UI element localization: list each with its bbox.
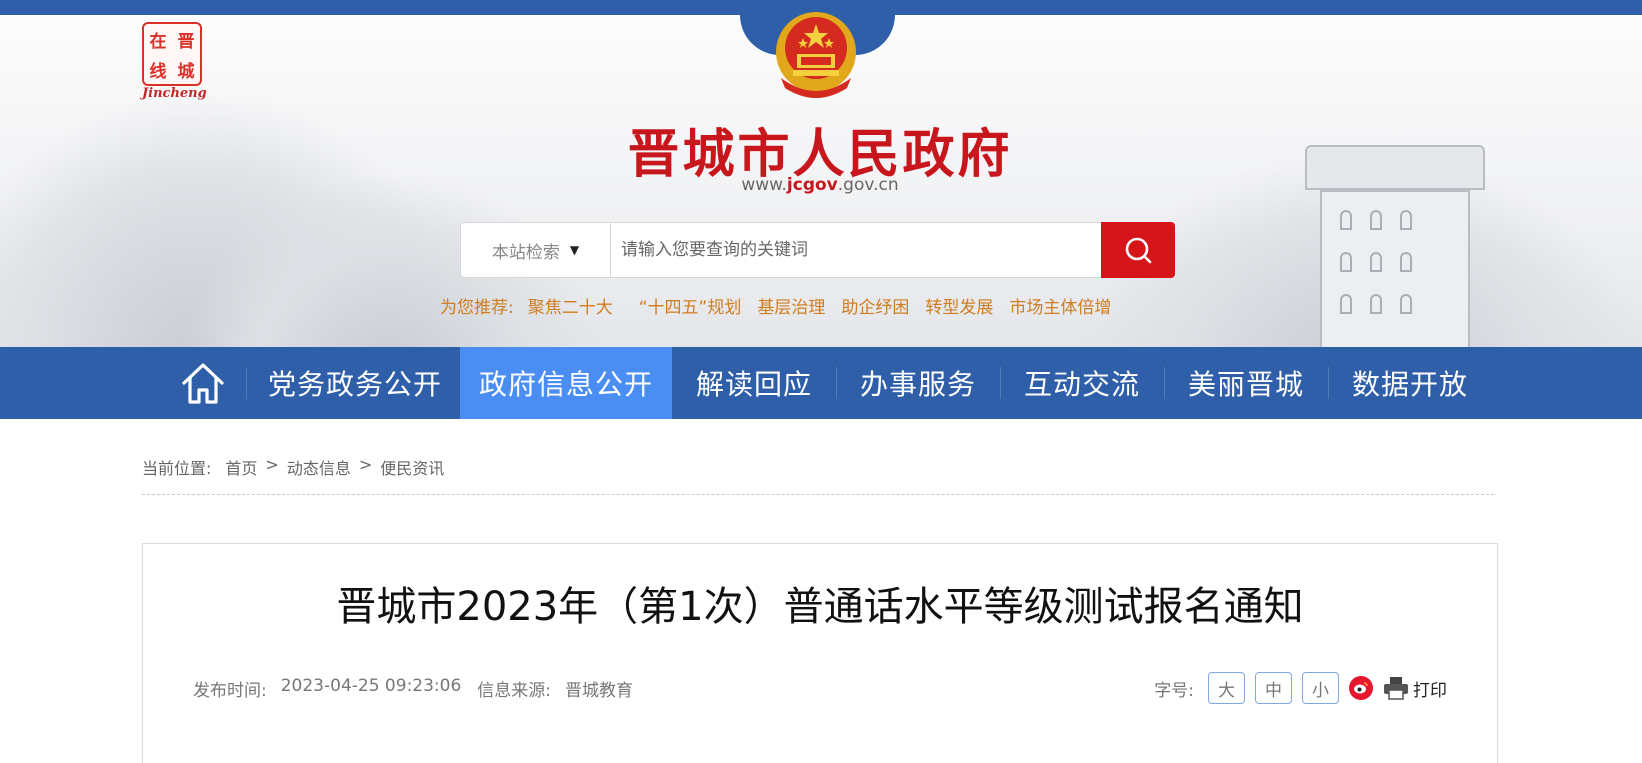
recommend-link[interactable]: 基层治理 xyxy=(757,293,825,318)
main-nav: 党务政务公开 政府信息公开 解读回应 办事服务 互动交流 美丽晋城 数据开放 xyxy=(0,347,1642,419)
tower-illustration xyxy=(1300,125,1500,347)
article-tools: 字号: 大 中 小 打印 xyxy=(1154,672,1447,704)
home-icon xyxy=(182,363,224,404)
search-icon xyxy=(1125,237,1152,264)
logo-english-text: Jincheng xyxy=(142,86,207,101)
article-title: 晋城市2023年（第1次）普通话水平等级测试报名通知 xyxy=(336,584,1304,630)
article-panel: 晋城市2023年（第1次）普通话水平等级测试报名通知 发布时间: 2023-04… xyxy=(142,543,1498,763)
nav-item-active[interactable]: 政府信息公开 xyxy=(460,347,672,419)
logo-char: 晋 xyxy=(177,31,195,52)
nav-item[interactable]: 互动交流 xyxy=(1000,347,1164,419)
search-input[interactable] xyxy=(621,231,1041,269)
breadcrumb-divider xyxy=(142,494,1494,495)
font-size-label: 字号: xyxy=(1154,680,1194,701)
weibo-icon xyxy=(1354,682,1368,694)
font-size-small-button[interactable]: 小 xyxy=(1302,672,1339,704)
logo-char: 在 xyxy=(149,31,167,52)
logo-char: 线 xyxy=(149,61,167,82)
recommend-link[interactable]: 聚焦二十大 xyxy=(528,293,613,318)
breadcrumb: 当前位置: 首页 > 动态信息 > 便民资讯 xyxy=(142,455,444,479)
font-size-large-button[interactable]: 大 xyxy=(1208,672,1245,704)
nav-home[interactable] xyxy=(168,347,238,419)
breadcrumb-label: 当前位置: xyxy=(142,459,212,478)
breadcrumb-link[interactable]: 动态信息 xyxy=(287,455,351,479)
recommend-link[interactable]: 市场主体倍增 xyxy=(1009,293,1111,318)
search-box: 本站检索 ▼ xyxy=(460,222,1175,278)
font-size-medium-button[interactable]: 中 xyxy=(1255,672,1292,704)
recommend-bar: 为您推荐: 聚焦二十大 “十四五”规划 基层治理 助企纾困 转型发展 市场主体倍… xyxy=(440,293,1200,318)
source-value: 晋城教育 xyxy=(565,681,634,701)
search-scope-label: 本站检索 xyxy=(491,242,560,263)
breadcrumb-link[interactable]: 首页 xyxy=(225,455,257,479)
print-label: 打印 xyxy=(1413,680,1447,701)
nav-item[interactable]: 党务政务公开 xyxy=(250,347,460,419)
site-url: www.jcgov.gov.cn xyxy=(741,175,899,195)
recommend-link[interactable]: “十四五”规划 xyxy=(639,293,742,318)
recommend-link[interactable]: 助企纾困 xyxy=(841,293,909,318)
weibo-share-button[interactable] xyxy=(1349,676,1373,700)
publish-label: 发布时间: xyxy=(193,681,267,701)
search-scope-dropdown[interactable]: 本站检索 ▼ xyxy=(461,223,611,277)
nav-item[interactable]: 办事服务 xyxy=(836,347,1000,419)
breadcrumb-link[interactable]: 便民资讯 xyxy=(380,455,444,479)
nav-divider xyxy=(246,367,247,399)
recommend-link[interactable]: 转型发展 xyxy=(925,293,993,318)
breadcrumb-separator: > xyxy=(265,455,279,474)
source-label: 信息来源: xyxy=(477,681,552,701)
national-emblem-icon xyxy=(776,12,856,98)
logo-char: 城 xyxy=(177,61,195,82)
recommend-lead: 为您推荐: xyxy=(440,298,514,318)
nav-item[interactable]: 数据开放 xyxy=(1328,347,1492,419)
print-button[interactable]: 打印 xyxy=(1383,676,1447,701)
site-logo[interactable]: 在 晋 线 城 xyxy=(142,22,202,86)
chevron-down-icon: ▼ xyxy=(569,243,580,257)
nav-item[interactable]: 解读回应 xyxy=(672,347,836,419)
breadcrumb-separator: > xyxy=(358,455,373,474)
search-button[interactable] xyxy=(1101,222,1175,278)
nav-item[interactable]: 美丽晋城 xyxy=(1164,347,1328,419)
printer-icon xyxy=(1384,677,1408,700)
publish-time: 2023-04-25 09:23:06 xyxy=(280,676,462,696)
article-meta: 发布时间: 2023-04-25 09:23:06 信息来源: 晋城教育 xyxy=(193,676,633,701)
